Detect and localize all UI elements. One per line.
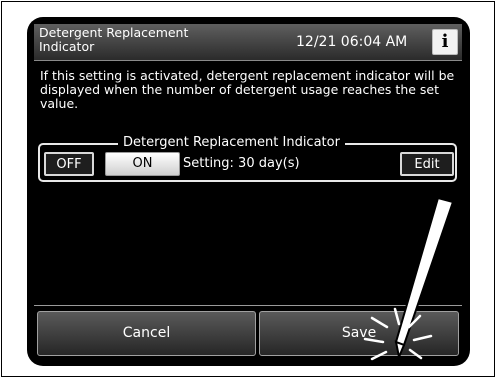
save-button[interactable]: Save [259,311,459,356]
off-button[interactable]: OFF [44,152,94,176]
footer-divider [34,305,462,306]
group-legend: Detergent Replacement Indicator [118,134,345,152]
edit-button[interactable]: Edit [400,152,454,176]
date-time-display: 12/21 06:04 AM [296,34,408,50]
screen-title: Detergent Replacement Indicator [39,25,189,54]
on-button[interactable]: ON [105,152,180,176]
setting-description: If this setting is activated, detergent … [40,68,455,111]
info-icon[interactable]: i [432,29,458,55]
setting-value: Setting: 30 day(s) [183,156,300,171]
cancel-button[interactable]: Cancel [37,311,256,356]
title-bar: Detergent Replacement Indicator 12/21 06… [34,24,462,61]
touch-screen: Detergent Replacement Indicator 12/21 06… [34,24,462,359]
